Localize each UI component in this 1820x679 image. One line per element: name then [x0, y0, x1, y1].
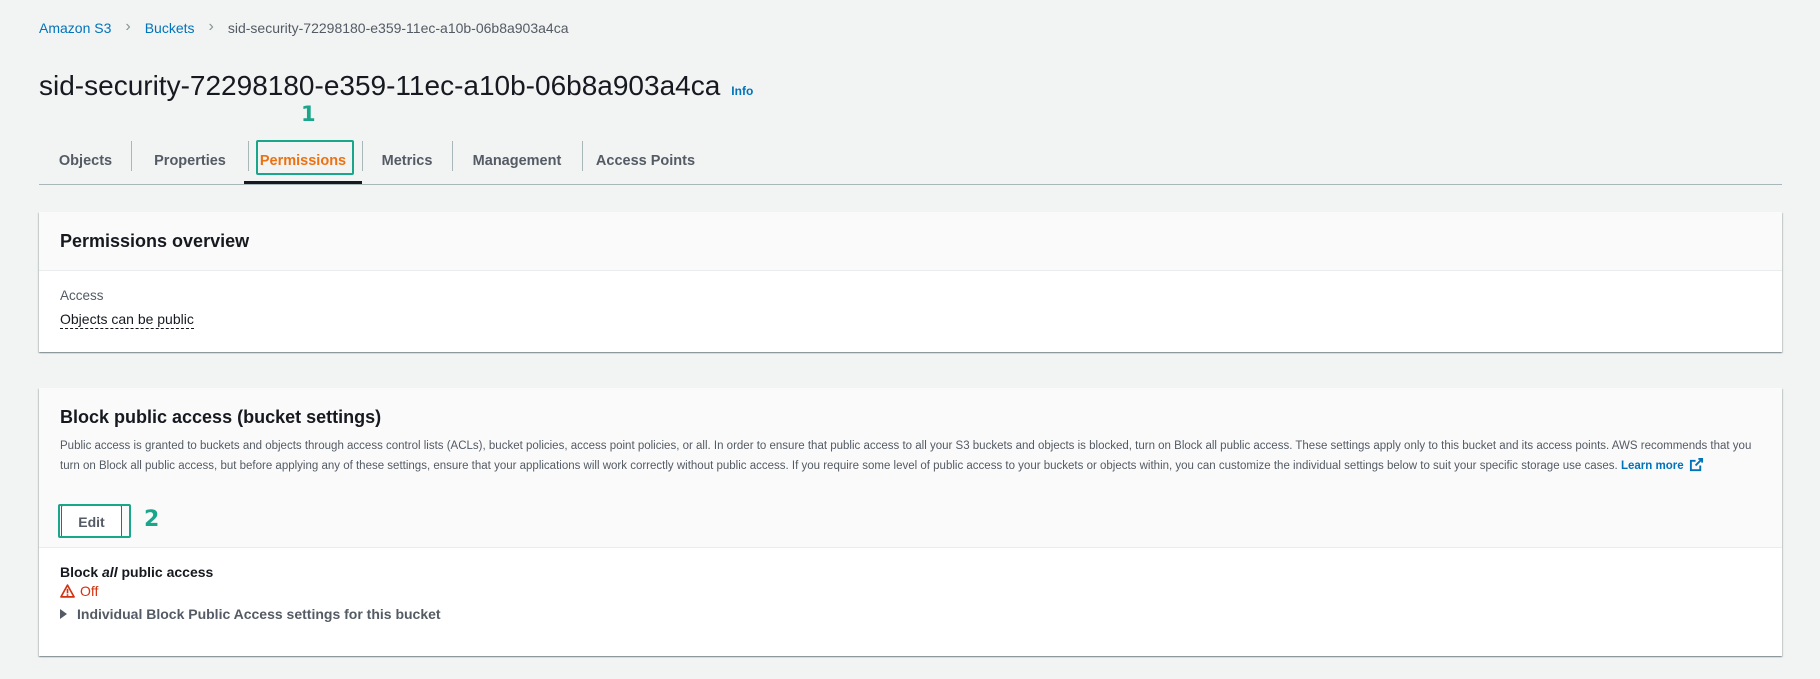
- annotation-step-1: 1: [301, 102, 316, 126]
- breadcrumb: Amazon S3 › Buckets › sid-security-72298…: [39, 18, 569, 37]
- breadcrumb-current: sid-security-72298180-e359-11ec-a10b-06b…: [227, 20, 569, 36]
- learn-more-link[interactable]: Learn more: [1620, 457, 1704, 472]
- tab-permissions[interactable]: Permissions: [244, 138, 362, 184]
- permissions-overview-header: Permissions overview: [39, 212, 1782, 271]
- block-public-access-body: Block all public access Off Individual B…: [39, 548, 1782, 638]
- permissions-overview-title: Permissions overview: [60, 230, 250, 251]
- individual-settings-expander[interactable]: Individual Block Public Access settings …: [60, 606, 1761, 622]
- status-off: Off: [80, 583, 99, 599]
- block-public-access-title: Block public access (bucket settings): [60, 407, 382, 427]
- tab-access-points[interactable]: Access Points: [582, 138, 709, 183]
- tab-properties[interactable]: Properties: [132, 138, 248, 183]
- block-all-public-access-label: Block all public access: [60, 564, 1761, 580]
- tab-bar: Objects Properties Permissions Metrics M…: [39, 138, 1782, 185]
- description-text: Public access is granted to buckets and …: [60, 440, 1752, 472]
- block-public-access-description: Public access is granted to buckets and …: [60, 437, 1765, 476]
- page-title: sid-security-72298180-e359-11ec-a10b-06b…: [39, 70, 721, 101]
- annotation-step-2: 2: [144, 507, 160, 532]
- tab-metrics[interactable]: Metrics: [362, 138, 452, 183]
- warning-icon: [60, 584, 75, 598]
- block-public-access-card: Block public access (bucket settings) Pu…: [39, 388, 1782, 656]
- permissions-overview-body: Access Objects can be public: [39, 271, 1782, 346]
- block-public-access-header: Block public access (bucket settings) Pu…: [39, 388, 1782, 548]
- access-label: Access: [60, 288, 104, 303]
- external-link-icon: [1689, 457, 1703, 471]
- caret-right-icon: [60, 609, 67, 619]
- breadcrumb-buckets[interactable]: Buckets: [145, 20, 195, 36]
- breadcrumb-amazon-s3[interactable]: Amazon S3: [39, 20, 111, 36]
- page-title-row: sid-security-72298180-e359-11ec-a10b-06b…: [39, 70, 753, 102]
- chevron-right-icon: ›: [208, 18, 214, 35]
- individual-settings-label: Individual Block Public Access settings …: [77, 606, 441, 622]
- chevron-right-icon: ›: [125, 18, 131, 35]
- block-all-prefix: Block: [60, 564, 99, 580]
- access-value[interactable]: Objects can be public: [60, 311, 194, 329]
- edit-button[interactable]: Edit: [61, 505, 122, 538]
- info-link[interactable]: Info: [731, 84, 753, 98]
- block-all-status: Off: [60, 583, 1761, 599]
- tab-objects[interactable]: Objects: [39, 138, 132, 183]
- learn-more-label: Learn more: [1620, 459, 1684, 472]
- block-all-suffix: public access: [121, 564, 214, 580]
- permissions-overview-card: Permissions overview Access Objects can …: [39, 212, 1782, 352]
- block-all-emphasis: all: [102, 564, 118, 580]
- tab-management[interactable]: Management: [452, 138, 582, 183]
